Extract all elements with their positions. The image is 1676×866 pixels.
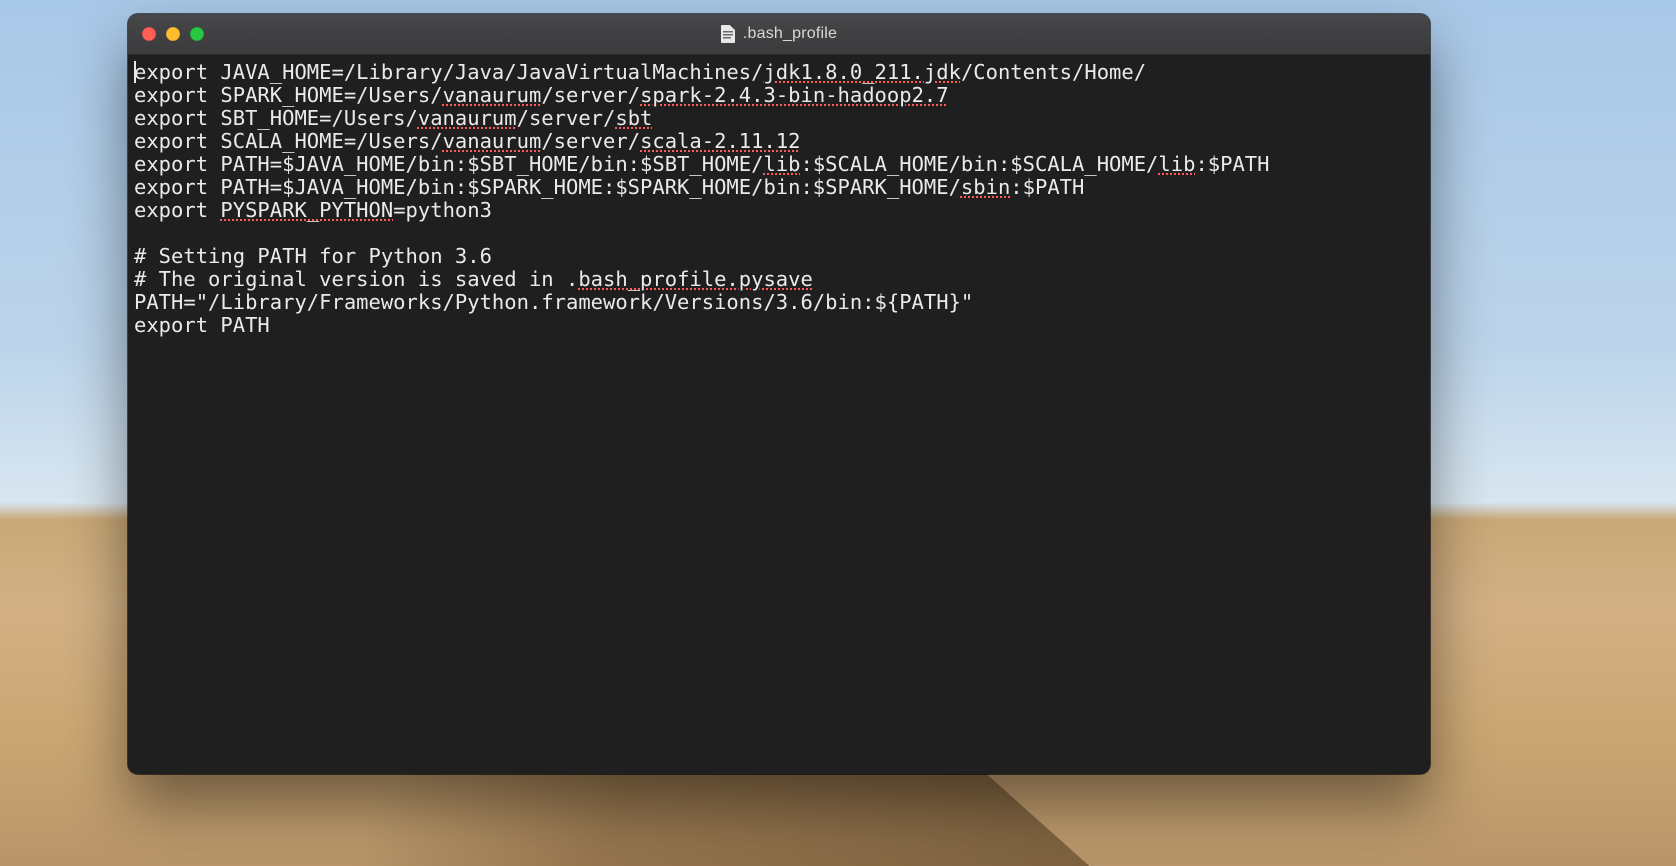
traffic-lights: [128, 27, 204, 41]
zoom-icon[interactable]: [190, 27, 204, 41]
window-titlebar[interactable]: .bash_profile: [128, 14, 1430, 55]
desktop-background: .bash_profile export JAVA_HOME=/Library/…: [0, 0, 1676, 866]
minimize-icon[interactable]: [166, 27, 180, 41]
document-icon: [721, 25, 735, 43]
file-content[interactable]: export JAVA_HOME=/Library/Java/JavaVirtu…: [134, 61, 1424, 337]
title-center: .bash_profile: [128, 25, 1430, 43]
close-icon[interactable]: [142, 27, 156, 41]
editor-area[interactable]: export JAVA_HOME=/Library/Java/JavaVirtu…: [128, 55, 1430, 774]
text-cursor: [134, 61, 136, 83]
editor-window: .bash_profile export JAVA_HOME=/Library/…: [128, 14, 1430, 774]
window-title: .bash_profile: [743, 25, 837, 43]
